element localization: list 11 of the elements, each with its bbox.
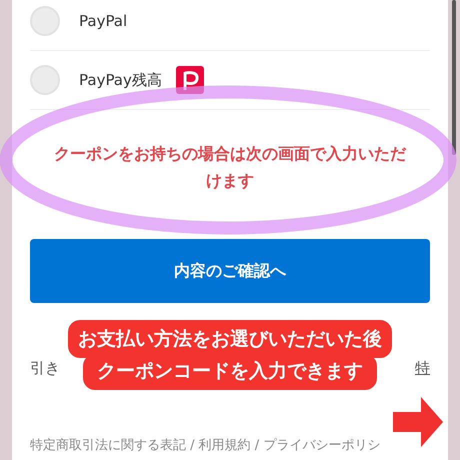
annotation-label: お支払い方法をお選びいただいた後: [68, 320, 392, 358]
footer-links: 特定商取引法に関する表記 / 利用規約 / プライバシーポリシ: [30, 437, 382, 454]
confirm-button[interactable]: 内容のご確認へ: [30, 239, 430, 303]
coupon-note: クーポンをお持ちの場合は次の画面で入力いただけます: [53, 143, 408, 192]
arrow-icon: [393, 397, 443, 447]
legal-link[interactable]: 特: [415, 359, 430, 378]
payment-option-label: PayPay残高: [79, 70, 162, 90]
legal-text: 引き: [30, 359, 60, 378]
payment-option-label: PayPal: [79, 12, 128, 30]
radio-button[interactable]: [30, 65, 60, 95]
radio-button[interactable]: [30, 6, 60, 36]
